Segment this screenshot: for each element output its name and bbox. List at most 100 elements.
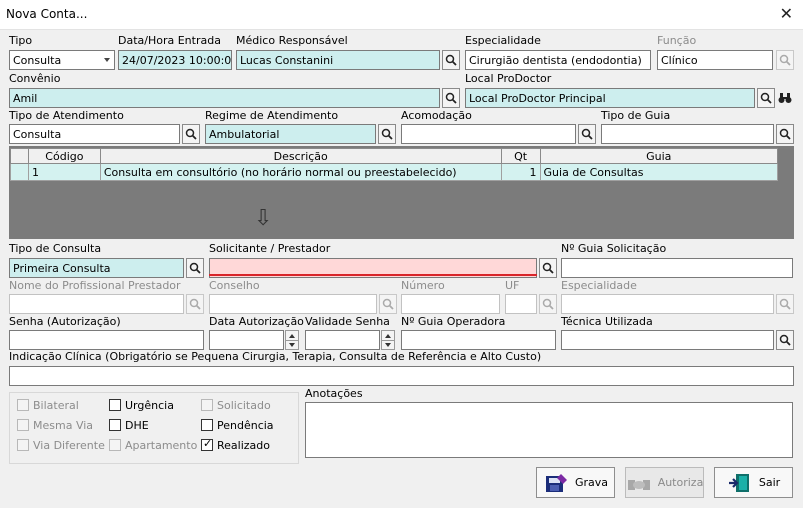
label-solicitante: Solicitante / Prestador	[209, 242, 331, 255]
numero-field	[401, 294, 500, 314]
cell-codigo[interactable]: 1	[27, 163, 101, 181]
local-search-button[interactable]	[757, 88, 775, 108]
search-icon	[779, 334, 791, 346]
bilateral-label: Bilateral	[33, 399, 79, 412]
label-convenio: Convênio	[9, 72, 61, 85]
label-tecnica: Técnica Utilizada	[561, 315, 653, 328]
uf-field	[505, 294, 537, 314]
handshake-icon	[626, 472, 652, 494]
validade-spinner[interactable]	[381, 330, 395, 350]
label-tipo-atendimento: Tipo de Atendimento	[9, 109, 124, 122]
tipo-consulta-field[interactable]: Primeira Consulta	[9, 258, 184, 278]
funcao-field[interactable]: Clínico	[657, 50, 773, 70]
via-diferente-label: Via Diferente	[33, 439, 105, 452]
tecnica-field[interactable]	[561, 330, 774, 350]
regime-field[interactable]: Ambulatorial	[205, 124, 376, 144]
spin-up-icon[interactable]	[381, 330, 395, 340]
search-icon	[779, 298, 791, 310]
data-hora-field[interactable]: 24/07/2023 10:00:00	[118, 50, 232, 70]
sair-label: Sair	[758, 476, 781, 489]
bilateral-checkbox[interactable]	[17, 399, 29, 411]
anotacoes-textarea[interactable]	[305, 402, 793, 458]
acomodacao-field[interactable]	[401, 124, 576, 144]
autoriza-button: Autoriza	[625, 467, 704, 498]
label-data-hora: Data/Hora Entrada	[118, 34, 221, 47]
table-row[interactable]: 1 Consulta em consultório (no horário no…	[10, 163, 779, 181]
dhe-checkbox[interactable]	[109, 419, 121, 431]
tipo-guia-search-button[interactable]	[776, 124, 794, 144]
medico-search-button[interactable]	[442, 50, 460, 70]
cell-guia[interactable]: Guia de Consultas	[539, 163, 779, 181]
apartamento-checkbox[interactable]	[109, 439, 121, 451]
grava-button[interactable]: Grava	[536, 467, 615, 498]
label-local: Local ProDoctor	[465, 72, 552, 85]
convenio-field[interactable]: Amil	[9, 88, 440, 108]
tipo-atendimento-field[interactable]: Consulta	[9, 124, 180, 144]
label-data-aut: Data Autorização	[209, 315, 304, 328]
label-anotacoes: Anotações	[305, 387, 363, 400]
chevron-down-icon	[104, 58, 110, 62]
label-numero: Número	[401, 279, 445, 292]
acomodacao-search-button[interactable]	[578, 124, 596, 144]
close-icon[interactable]: ✕	[780, 4, 793, 23]
search-icon	[185, 128, 197, 140]
senha-field[interactable]	[9, 330, 204, 350]
label-acomodacao: Acomodação	[401, 109, 472, 122]
label-regime: Regime de Atendimento	[205, 109, 339, 122]
spin-down-icon[interactable]	[381, 340, 395, 350]
label-uf: UF	[505, 279, 520, 292]
mesma-via-label: Mesma Via	[33, 419, 94, 432]
solicitante-search-button[interactable]	[539, 258, 557, 278]
procedures-grid[interactable]: Código Descrição Qt Guia 1 Consulta em c…	[9, 146, 794, 239]
indicacao-field[interactable]	[9, 366, 794, 386]
guia-solicitacao-field[interactable]	[561, 258, 793, 278]
label-funcao: Função	[657, 34, 697, 47]
sair-button[interactable]: Sair	[714, 467, 793, 498]
local-field[interactable]: Local ProDoctor Principal	[465, 88, 755, 108]
especialidade2-field	[561, 294, 774, 314]
col-descricao[interactable]: Descrição	[99, 148, 502, 164]
realizado-label: Realizado	[217, 439, 270, 452]
procedures-table[interactable]: Código Descrição Qt Guia 1 Consulta em c…	[10, 148, 779, 181]
medico-field[interactable]: Lucas Constanini	[236, 50, 440, 70]
tipo-atendimento-search-button[interactable]	[182, 124, 200, 144]
autoriza-label: Autoriza	[657, 476, 704, 489]
especialidade-field[interactable]: Cirurgião dentista (endodontia)	[465, 50, 651, 70]
uf-search-button	[539, 294, 557, 314]
search-icon	[542, 298, 554, 310]
cell-qt[interactable]: 1	[500, 163, 541, 181]
data-aut-field[interactable]	[209, 330, 284, 350]
regime-search-button[interactable]	[378, 124, 396, 144]
col-codigo[interactable]: Código	[27, 148, 101, 164]
validade-field[interactable]	[305, 330, 380, 350]
label-senha: Senha (Autorização)	[9, 315, 121, 328]
col-guia[interactable]: Guia	[539, 148, 779, 164]
tipo-consulta-search-button[interactable]	[186, 258, 204, 278]
convenio-search-button[interactable]	[442, 88, 460, 108]
cell-descricao[interactable]: Consulta em consultório (no horário norm…	[99, 163, 502, 181]
especialidade2-search-button	[776, 294, 794, 314]
urgencia-checkbox[interactable]	[109, 399, 121, 411]
pendencia-checkbox[interactable]	[201, 419, 213, 431]
conselho-field	[209, 294, 377, 314]
search-icon	[189, 262, 201, 274]
tipo-select[interactable]: Consulta	[9, 50, 115, 70]
binoculars-button[interactable]	[776, 88, 794, 108]
realizado-checkbox[interactable]: ✓	[201, 437, 213, 451]
arrow-down-icon[interactable]: ⇩	[254, 208, 272, 230]
mesma-via-checkbox[interactable]	[17, 419, 29, 431]
tipo-guia-field[interactable]	[601, 124, 774, 144]
solicitado-checkbox[interactable]	[201, 399, 213, 411]
label-guia-solicitacao: Nº Guia Solicitação	[561, 242, 667, 255]
spin-down-icon[interactable]	[285, 340, 299, 350]
urgencia-label: Urgência	[125, 399, 174, 412]
funcao-search-button	[776, 50, 794, 70]
via-diferente-checkbox[interactable]	[17, 439, 29, 451]
data-aut-spinner[interactable]	[285, 330, 299, 350]
tecnica-search-button[interactable]	[776, 330, 794, 350]
title-bar: Nova Conta... ✕	[0, 0, 803, 30]
guia-operadora-field[interactable]	[401, 330, 556, 350]
conselho-search-button	[379, 294, 397, 314]
col-qt[interactable]: Qt	[500, 148, 541, 164]
spin-up-icon[interactable]	[285, 330, 299, 340]
